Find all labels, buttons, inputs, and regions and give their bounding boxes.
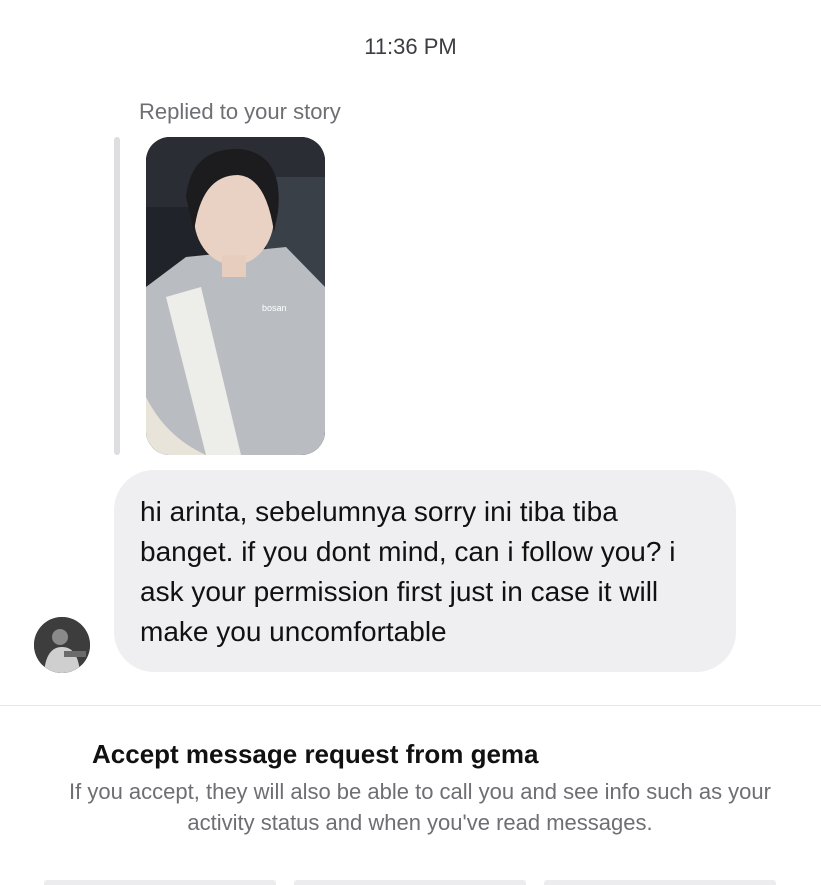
story-thumbnail[interactable]: bosan [146,137,325,455]
block-button[interactable] [44,880,276,885]
delete-button[interactable] [294,880,526,885]
avatar[interactable] [34,617,90,673]
chat-screen: 11:36 PM Replied to your story bosan hi … [0,0,821,885]
message-bubble[interactable]: hi arinta, sebelumnya sorry ini tiba tib… [114,470,736,672]
avatar-image [34,617,90,673]
request-description: If you accept, they will also be able to… [69,779,771,835]
message-timestamp: 11:36 PM [364,34,457,59]
replied-to-story-label: Replied to your story [139,99,341,124]
story-image: bosan [146,137,325,455]
message-text: hi arinta, sebelumnya sorry ini tiba tib… [140,496,676,647]
reply-indicator-bar [114,137,120,455]
divider [0,705,821,706]
accept-button[interactable] [544,880,776,885]
request-title: Accept message request from gema [92,739,539,769]
story-sticker-text: bosan [262,303,287,313]
request-actions [0,880,821,885]
